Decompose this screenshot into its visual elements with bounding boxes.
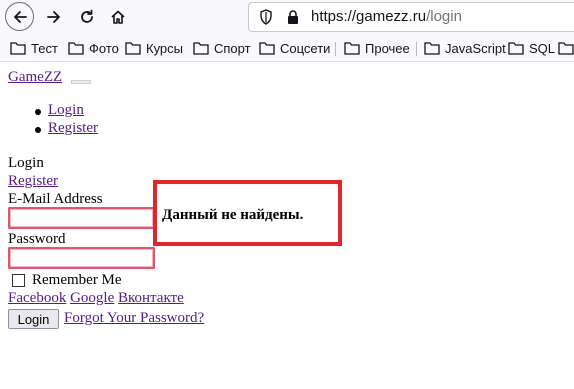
url-host: https://gamezz.ru bbox=[311, 8, 427, 25]
error-alert: Данный не найдены. bbox=[153, 180, 342, 246]
bookmark-label: JavaScript bbox=[445, 40, 506, 56]
folder-icon bbox=[10, 42, 26, 55]
login-button[interactable]: Login bbox=[8, 309, 59, 329]
google-link[interactable]: Google bbox=[70, 290, 114, 306]
bookmark-label: Соцсети bbox=[280, 40, 331, 56]
bookmark-folder-javascript[interactable]: JavaScript bbox=[424, 39, 506, 57]
folder-icon bbox=[508, 42, 524, 55]
lock-icon[interactable] bbox=[287, 9, 299, 25]
password-field[interactable] bbox=[8, 247, 155, 269]
address-bar[interactable]: https://gamezz.ru/login bbox=[248, 2, 574, 32]
remember-label: Remember Me bbox=[32, 272, 122, 288]
form-title: Login bbox=[8, 155, 44, 171]
bookmark-folder-other[interactable]: Прочее bbox=[344, 39, 410, 57]
forgot-password-link[interactable]: Forgot Your Password? bbox=[64, 310, 204, 327]
forward-button[interactable] bbox=[40, 3, 68, 31]
password-label: Password bbox=[8, 231, 66, 247]
bookmark-folder-sport[interactable]: Спорт bbox=[193, 39, 251, 57]
folder-icon bbox=[68, 42, 84, 55]
bullet bbox=[35, 109, 41, 115]
vkontakte-link[interactable]: Вконтакте bbox=[118, 290, 184, 306]
bullet bbox=[35, 127, 41, 133]
bookmark-label: SQL bbox=[529, 40, 556, 56]
bookmark-label: Фото bbox=[89, 40, 119, 56]
facebook-link[interactable]: Facebook bbox=[8, 290, 66, 306]
bookmark-folder-overflow[interactable] bbox=[558, 39, 574, 57]
reload-button[interactable] bbox=[73, 3, 101, 31]
shield-icon[interactable] bbox=[259, 9, 273, 25]
bookmark-folder-social[interactable]: Соцсети bbox=[259, 39, 330, 57]
email-label: E-Mail Address bbox=[8, 191, 103, 207]
back-button[interactable] bbox=[5, 2, 34, 31]
bookmarks-bar: Тест Фото Курсы Спорт Соцсети Прочее Jav… bbox=[0, 34, 574, 62]
folder-icon bbox=[424, 42, 440, 55]
page-content: GameZZ Login Register Login Register E-M… bbox=[0, 62, 574, 389]
social-login-links: Facebook Google Вконтакте bbox=[8, 290, 184, 307]
bookmark-separator bbox=[335, 42, 336, 56]
nav-login-link[interactable]: Login bbox=[48, 102, 84, 119]
register-link[interactable]: Register bbox=[8, 173, 58, 190]
browser-toolbar: https://gamezz.ru/login bbox=[0, 0, 574, 34]
bookmark-label: Спорт bbox=[214, 40, 251, 56]
bookmark-folder-sql[interactable]: SQL bbox=[508, 39, 555, 57]
arrow-left-icon bbox=[13, 10, 27, 23]
folder-icon bbox=[259, 42, 275, 55]
folder-icon bbox=[558, 42, 574, 55]
bookmark-folder-photo[interactable]: Фото bbox=[68, 39, 119, 57]
arrow-right-icon bbox=[47, 11, 60, 23]
folder-icon bbox=[344, 42, 360, 55]
folder-icon bbox=[125, 42, 141, 55]
navbar-toggler[interactable] bbox=[71, 80, 91, 84]
brand-link[interactable]: GameZZ bbox=[8, 69, 62, 86]
url-path: /login bbox=[426, 8, 462, 25]
bookmark-label: Курсы bbox=[146, 40, 184, 56]
folder-icon bbox=[193, 42, 209, 55]
home-button[interactable] bbox=[104, 3, 132, 31]
home-icon bbox=[111, 10, 125, 24]
url-text: https://gamezz.ru/login bbox=[311, 8, 462, 25]
reload-icon bbox=[81, 9, 93, 23]
bookmark-label: Тест bbox=[31, 40, 58, 56]
email-field[interactable] bbox=[8, 207, 155, 229]
bookmark-folder-courses[interactable]: Курсы bbox=[125, 39, 183, 57]
bookmark-folder-test[interactable]: Тест bbox=[10, 39, 58, 57]
remember-checkbox[interactable] bbox=[12, 274, 25, 287]
bookmark-separator bbox=[416, 42, 417, 56]
error-message: Данный не найдены. bbox=[162, 207, 304, 223]
nav-register-link[interactable]: Register bbox=[48, 120, 98, 137]
bookmark-label: Прочее bbox=[365, 40, 410, 56]
